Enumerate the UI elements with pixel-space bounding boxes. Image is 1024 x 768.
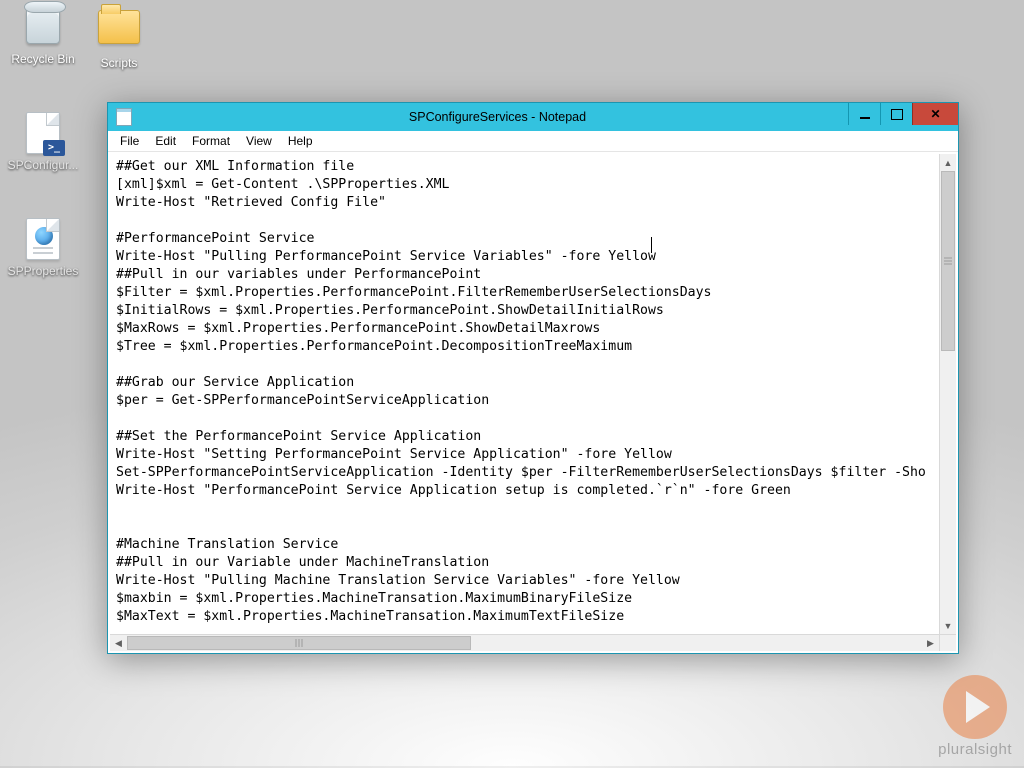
notepad-window: SPConfigureServices - Notepad File Edit … (107, 102, 959, 654)
scroll-right-arrow-icon[interactable]: ▶ (922, 635, 939, 651)
window-title: SPConfigureServices - Notepad (137, 110, 958, 124)
desktop-icon-label: Recycle Bin (6, 52, 80, 66)
menu-format[interactable]: Format (184, 132, 238, 150)
notepad-icon (111, 103, 137, 131)
recycle-bin-icon (19, 6, 67, 50)
menu-help[interactable]: Help (280, 132, 321, 150)
pluralsight-watermark: pluralsight (938, 675, 1012, 758)
text-caret (651, 237, 652, 253)
powershell-file-icon: >_ (19, 112, 67, 156)
xml-file-icon (19, 218, 67, 262)
menu-file[interactable]: File (112, 132, 147, 150)
scroll-down-arrow-icon[interactable]: ▼ (940, 617, 956, 634)
desktop-icon-folder-scripts[interactable]: Scripts (82, 6, 156, 70)
menu-view[interactable]: View (238, 132, 280, 150)
scroll-up-arrow-icon[interactable]: ▲ (940, 154, 956, 171)
watermark-text: pluralsight (938, 741, 1012, 758)
vertical-scrollbar[interactable]: ▲ ▼ (939, 154, 956, 634)
scroll-left-arrow-icon[interactable]: ◀ (110, 635, 127, 651)
play-icon (943, 675, 1007, 739)
horizontal-scrollbar[interactable]: ◀ ▶ (110, 634, 939, 651)
close-button[interactable] (912, 103, 958, 125)
text-editor[interactable]: ##Get our XML Information file [xml]$xml… (110, 154, 939, 634)
desktop-icon-label: SPConfigur... (6, 158, 80, 172)
maximize-button[interactable] (880, 103, 912, 125)
desktop-icon-spconfigure[interactable]: >_ SPConfigur... (6, 112, 80, 172)
menubar: File Edit Format View Help (108, 131, 958, 152)
desktop-icon-label: SPProperties (6, 264, 80, 278)
menu-edit[interactable]: Edit (147, 132, 184, 150)
hscroll-thumb[interactable] (127, 636, 471, 650)
titlebar[interactable]: SPConfigureServices - Notepad (108, 103, 958, 131)
scrollbar-corner (939, 634, 956, 651)
desktop-icon-label: Scripts (82, 56, 156, 70)
hscroll-track[interactable] (127, 635, 922, 651)
desktop-icon-spproperties[interactable]: SPProperties (6, 218, 80, 278)
folder-icon (95, 10, 143, 54)
vscroll-thumb[interactable] (941, 171, 955, 351)
minimize-button[interactable] (848, 103, 880, 125)
desktop-icon-recycle-bin[interactable]: Recycle Bin (6, 6, 80, 66)
vscroll-track[interactable] (940, 171, 956, 617)
